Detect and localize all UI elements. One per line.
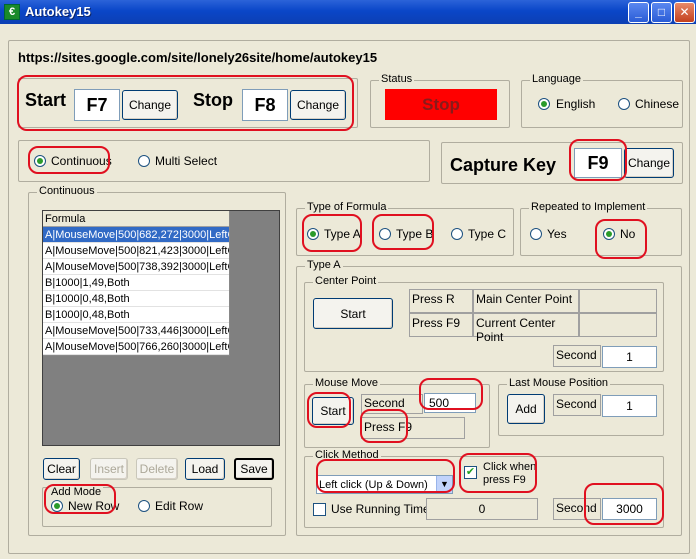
table-row[interactable]: A|MouseMove|500|766,260|3000|LeftC [43,339,229,355]
type-a-radio[interactable] [307,228,319,240]
press-r-label: Press R [409,289,473,313]
table-row[interactable]: A|MouseMove|500|821,423|3000|LeftC [43,243,229,259]
repeat-yes-radio[interactable] [530,228,542,240]
click-method-select[interactable]: Left click (Up & Down) ▼ [316,475,453,494]
maximize-button[interactable]: □ [651,2,672,23]
edit-row-label: Edit Row [155,499,204,513]
table-row[interactable]: A|MouseMove|500|682,272|3000|LeftC [43,227,229,243]
main-center-point-label: Main Center Point [473,289,579,313]
start-hotkey-field[interactable]: F7 [74,89,120,121]
repeat-group: Repeated to Implement [520,201,682,256]
change-start-key-button[interactable]: Change [122,90,178,120]
new-row-radio[interactable] [51,500,63,512]
edit-row-radio[interactable] [138,500,150,512]
last-mouse-add-button[interactable]: Add [507,394,545,424]
click-second-label: Second [553,498,601,520]
table-row[interactable]: A|MouseMove|500|733,446|3000|LeftC [43,323,229,339]
click-second-input[interactable]: 3000 [602,498,657,520]
click-when-f9-label: Click when press F9 [483,461,537,486]
stop-hotkey-label: Stop [193,90,233,110]
table-row[interactable]: B|1000|0,48,Both [43,307,229,323]
continuous-label: Continuous [51,154,112,168]
english-label: English [556,97,596,111]
continuous-radio[interactable] [34,155,46,167]
multi-select-radio[interactable] [138,155,150,167]
english-radio[interactable] [538,98,550,110]
mouse-move-second-label: Second [361,394,423,414]
type-c-radio[interactable] [451,228,463,240]
running-time-value: 0 [426,498,538,520]
repeat-no-radio[interactable] [603,228,615,240]
table-row[interactable]: B|1000|1,49,Both [43,275,229,291]
last-mouse-second-input[interactable]: 1 [602,395,657,417]
title-bar[interactable] [0,0,696,24]
delete-button[interactable]: Delete [136,458,178,480]
minimize-button[interactable]: _ [628,2,649,23]
current-center-point-label: Current Center Point [473,313,579,344]
center-point-start-button[interactable]: Start [313,298,393,329]
type-b-radio[interactable] [379,228,391,240]
url-text: https://sites.google.com/site/lonely26si… [18,50,378,65]
chinese-label: Chinese [635,97,680,111]
type-a-label: Type A [324,227,361,241]
table-row[interactable]: B|1000|0,48,Both [43,291,229,307]
start-hotkey-label: Start [25,90,67,110]
insert-button[interactable]: Insert [90,458,128,480]
mouse-move-press-f9-label: Press F9 [361,417,465,439]
mouse-move-start-button[interactable]: Start [312,397,354,425]
formula-table-header[interactable]: Formula [43,211,229,227]
clear-button[interactable]: Clear [43,458,80,480]
current-center-point-value [579,313,657,337]
use-running-time-checkbox[interactable] [313,503,326,516]
use-running-time-label: Use Running Time [331,502,430,516]
change-stop-key-button[interactable]: Change [290,90,346,120]
status-indicator: Stop [385,89,497,120]
table-row[interactable]: A|MouseMove|500|738,392|3000|LeftC [43,259,229,275]
formula-table[interactable]: Formula A|MouseMove|500|682,272|3000|Lef… [43,211,230,356]
repeat-no-label: No [620,227,636,241]
center-second-input[interactable]: 1 [602,346,657,368]
chevron-down-icon[interactable]: ▼ [436,476,452,493]
stop-hotkey-field[interactable]: F8 [242,89,288,121]
last-mouse-second-label: Second [553,394,601,416]
save-button[interactable]: Save [234,458,274,480]
new-row-label: New Row [68,499,120,513]
center-second-label: Second [553,345,601,367]
load-button[interactable]: Load [185,458,225,480]
type-b-label: Type B [396,227,434,241]
click-method-selected: Left click (Up & Down) [319,478,428,491]
main-center-point-value [579,289,657,313]
window-title: Autokey15 [25,4,91,19]
click-when-f9-checkbox[interactable]: ✔ [464,466,477,479]
close-button[interactable]: ✕ [674,2,695,23]
repeat-yes-label: Yes [547,227,567,241]
press-f9-center-label: Press F9 [409,313,473,337]
multi-select-label: Multi Select [155,154,218,168]
capture-key-label: Capture Key [450,155,557,175]
capture-key-field[interactable]: F9 [574,148,622,178]
mouse-move-second-input[interactable]: 500 [424,393,476,413]
app-icon: € [4,4,20,20]
chinese-radio[interactable] [618,98,630,110]
type-c-label: Type C [468,227,507,241]
change-capture-key-button[interactable]: Change [624,148,674,178]
